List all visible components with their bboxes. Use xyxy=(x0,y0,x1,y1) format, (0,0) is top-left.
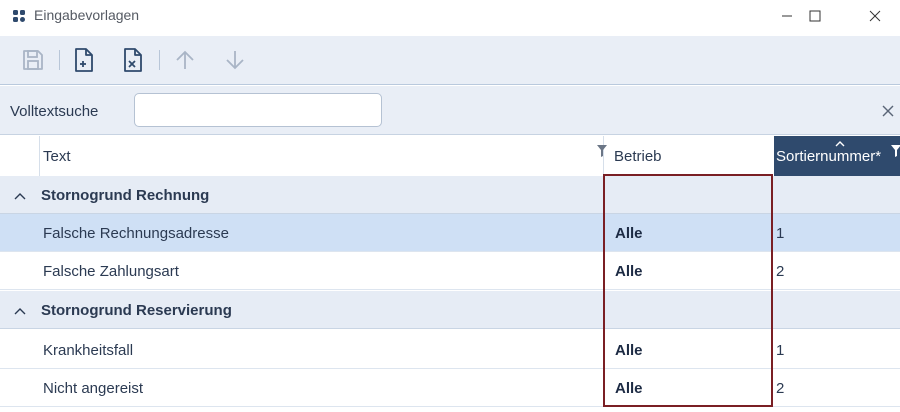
table-row[interactable]: Krankheitsfall Alle 1 xyxy=(0,331,900,369)
data-grid: Text Betrieb Sortiernummer* Stornogrund … xyxy=(0,136,900,412)
clear-search-button[interactable] xyxy=(880,103,896,119)
collapse-chevron-icon[interactable] xyxy=(13,291,27,329)
toolbar xyxy=(0,36,900,85)
toolbar-separator xyxy=(59,50,60,70)
table-row[interactable]: Falsche Zahlungsart Alle 2 xyxy=(0,252,900,290)
toolbar-separator xyxy=(159,50,160,70)
move-up-button[interactable] xyxy=(169,44,201,76)
collapse-chevron-icon[interactable] xyxy=(13,176,27,214)
delete-document-icon xyxy=(124,48,142,72)
cell-betrieb: Alle xyxy=(615,262,643,280)
search-label: Volltextsuche xyxy=(10,103,99,120)
table-row[interactable]: Falsche Rechnungsadresse Alle 1 xyxy=(0,214,900,252)
close-button[interactable] xyxy=(852,0,898,32)
cell-betrieb: Alle xyxy=(615,224,643,242)
cell-text: Nicht angereist xyxy=(43,379,144,397)
cell-text: Falsche Rechnungsadresse xyxy=(43,224,229,242)
maximize-button[interactable] xyxy=(792,0,838,32)
cell-text: Falsche Zahlungsart xyxy=(43,262,179,280)
cell-sortiernummer: 2 xyxy=(776,379,785,397)
table-row[interactable]: Nicht angereist Alle 2 xyxy=(0,369,900,407)
new-button[interactable] xyxy=(68,44,100,76)
column-header-sortiernummer[interactable]: Sortiernummer* xyxy=(774,136,900,176)
cell-betrieb: Alle xyxy=(615,379,643,397)
title-bar: Eingabevorlagen xyxy=(0,0,900,32)
search-bar: Volltextsuche xyxy=(0,86,900,135)
grid-header: Text Betrieb Sortiernummer* xyxy=(0,136,900,177)
cell-sortiernummer: 2 xyxy=(776,262,785,280)
save-icon xyxy=(23,50,43,70)
maximize-icon xyxy=(809,10,821,22)
arrow-down-icon xyxy=(226,51,244,70)
cell-text: Krankheitsfall xyxy=(43,341,134,359)
group-label: Stornogrund Rechnung xyxy=(41,186,210,204)
column-header-text-label: Text xyxy=(43,147,71,165)
new-document-icon xyxy=(75,48,93,72)
column-header-sortiernummer-label: Sortiernummer* xyxy=(776,148,882,165)
column-header-text[interactable]: Text xyxy=(43,136,593,176)
column-header-betrieb[interactable]: Betrieb xyxy=(596,136,772,176)
close-icon xyxy=(869,10,881,22)
close-icon xyxy=(882,105,894,117)
search-input[interactable] xyxy=(134,93,382,127)
window-title: Eingabevorlagen xyxy=(34,7,140,23)
group-row[interactable]: Stornogrund Rechnung xyxy=(0,176,900,214)
group-label: Stornogrund Reservierung xyxy=(41,301,232,319)
move-down-button[interactable] xyxy=(219,44,251,76)
column-header-betrieb-label: Betrieb xyxy=(614,147,662,165)
save-button[interactable] xyxy=(17,44,49,76)
arrow-up-icon xyxy=(176,50,194,69)
cell-sortiernummer: 1 xyxy=(776,224,785,242)
filter-icon[interactable] xyxy=(890,144,900,158)
filter-icon[interactable] xyxy=(596,144,608,158)
column-divider xyxy=(39,136,40,176)
delete-button[interactable] xyxy=(117,44,149,76)
cell-sortiernummer: 1 xyxy=(776,341,785,359)
app-icon xyxy=(13,10,25,22)
cell-betrieb: Alle xyxy=(615,341,643,359)
sort-ascending-icon xyxy=(835,141,845,147)
group-row[interactable]: Stornogrund Reservierung xyxy=(0,291,900,329)
